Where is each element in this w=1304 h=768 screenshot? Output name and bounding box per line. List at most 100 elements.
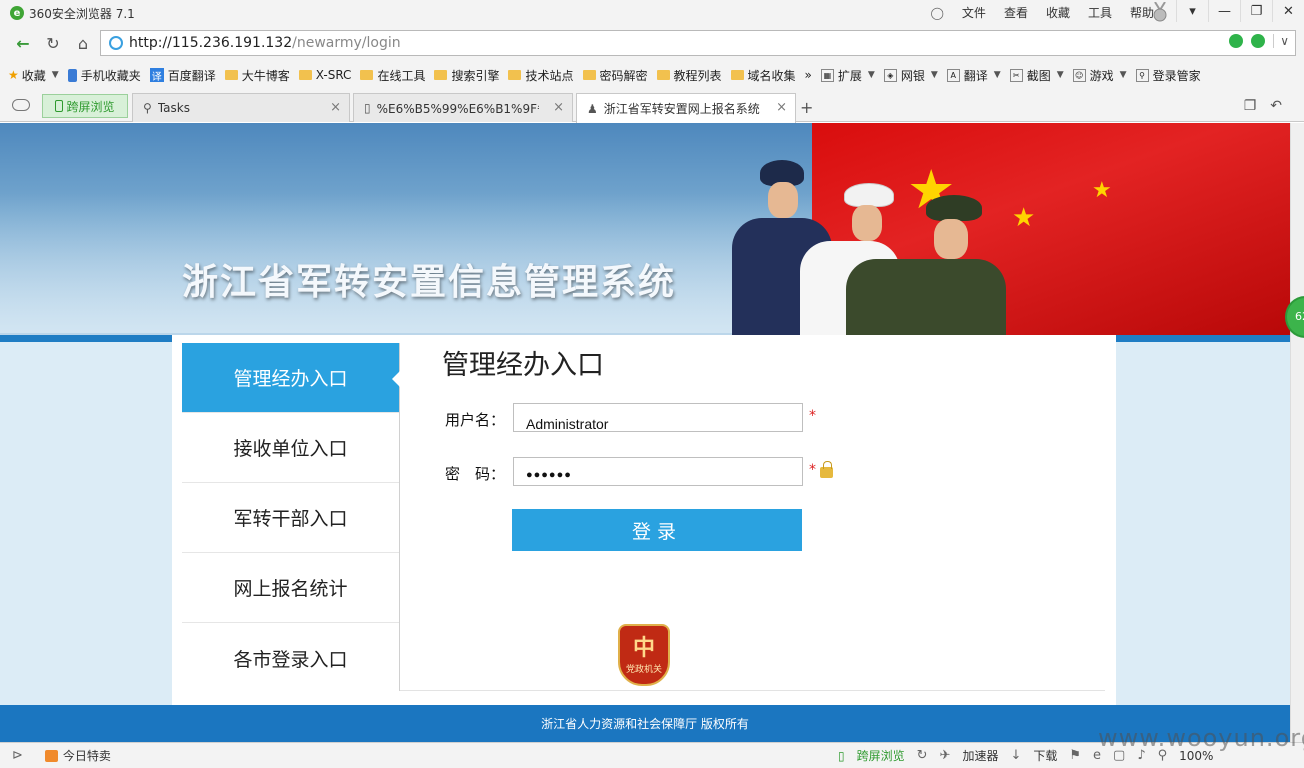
new-tab-icon[interactable]: + — [800, 98, 813, 117]
sidebar-toggle-icon[interactable]: ⊳ — [12, 748, 23, 763]
phone-icon — [67, 68, 77, 82]
home-button[interactable]: ⌂ — [68, 28, 98, 58]
tab-labor[interactable]: ▯ %E6%B5%99%E6%B1%9F省劳动 × — [353, 93, 573, 122]
tab-label: 浙江省军转安置网上报名系统 — [603, 102, 760, 116]
login-panel: 管理经办入口 接收单位入口 军转干部入口 网上报名统计 各市登录入口 管理经办入… — [172, 335, 1116, 705]
sidebar-item-cadre[interactable]: 军转干部入口 — [182, 483, 399, 553]
skin-icon[interactable]: ▾ — [1176, 0, 1208, 22]
bookmark-translate[interactable]: A 翻译 ▼ — [946, 67, 1001, 84]
medal-icon[interactable] — [1152, 2, 1168, 22]
extension-icon: ▦ — [820, 68, 834, 82]
bookmark-folder-decrypt[interactable]: 密码解密 — [582, 67, 648, 84]
split-screen-tab[interactable]: 跨屏浏览 — [42, 94, 128, 118]
bookmark-label: 百度翻译 — [167, 68, 216, 83]
chevron-down-icon[interactable]: ∨ — [1273, 34, 1289, 48]
password-input[interactable]: ●●●●●● — [513, 457, 803, 486]
party-government-emblem-icon[interactable]: 中 党政机关 — [618, 624, 670, 686]
status-left: ⊳ — [12, 748, 23, 763]
bookmark-folder-search[interactable]: 搜索引擎 — [434, 67, 499, 84]
close-window-button[interactable]: ✕ — [1272, 0, 1304, 22]
minimize-button[interactable]: — — [1208, 0, 1240, 22]
emblem-text: 党政机关 — [625, 664, 662, 675]
caret-down-icon[interactable]: ▼ — [1057, 70, 1064, 80]
back-button[interactable]: ← — [8, 28, 38, 58]
speed-mode-icon[interactable] — [1251, 34, 1266, 48]
sidebar-item-city-login[interactable]: 各市登录入口 — [182, 623, 399, 693]
bookmark-folder-tools[interactable]: 在线工具 — [360, 67, 425, 84]
bookmark-folder-tech[interactable]: 技术站点 — [508, 67, 574, 84]
maximize-button[interactable]: ❐ — [1240, 0, 1272, 22]
watermark: www.wooyun.org — [1098, 724, 1304, 752]
bookmark-baidu-translate[interactable]: 译百度翻译 — [149, 67, 216, 84]
more-bookmarks-icon[interactable]: » — [805, 68, 812, 82]
bookmark-screenshot[interactable]: ✂ 截图 ▼ — [1009, 67, 1064, 84]
menu-tools[interactable]: 工具 — [1088, 4, 1112, 21]
sidebar-item-receiving-unit[interactable]: 接收单位入口 — [182, 413, 399, 483]
bookmark-label: 登录管家 — [1152, 68, 1201, 83]
refresh-status-icon[interactable]: ↻ — [917, 748, 928, 763]
caret-down-icon[interactable]: ▼ — [994, 70, 1001, 80]
split-screen-label: 跨屏浏览 — [66, 99, 115, 114]
url-host: http://115.236.191.132 — [129, 35, 293, 51]
username-input[interactable]: Administrator — [513, 403, 803, 432]
tab-tasks[interactable]: ⚲ Tasks × — [132, 93, 350, 122]
vertical-scrollbar[interactable] — [1290, 123, 1304, 742]
security-leaf-icon[interactable] — [1229, 34, 1244, 48]
flag-icon[interactable]: ⚑ — [1069, 748, 1081, 763]
lock-icon — [820, 461, 833, 478]
game-icon: ☺ — [1072, 68, 1086, 82]
today-deals-link[interactable]: 今日特卖 — [63, 747, 111, 764]
accelerator-button[interactable]: 加速器 — [962, 747, 998, 764]
menu-favorites[interactable]: 收藏 — [1046, 4, 1070, 21]
title-bar: e 360安全浏览器 7.1 ◯ 文件 查看 收藏 工具 帮助 ▾ — ❐ ✕ — [0, 0, 1304, 26]
bookmark-games[interactable]: ☺ 游戏 ▼ — [1072, 67, 1127, 84]
login-manager-icon: ⚲ — [1135, 68, 1149, 82]
close-tab-icon[interactable]: × — [776, 100, 787, 115]
tab-list-icon[interactable]: ❐ — [1244, 98, 1257, 114]
menu-view[interactable]: 查看 — [1004, 4, 1028, 21]
caret-down-icon[interactable]: ▼ — [1120, 70, 1127, 80]
form-title: 管理经办入口 — [442, 350, 604, 381]
bookmark-login-manager[interactable]: ⚲ 登录管家 — [1135, 67, 1201, 84]
folder-icon — [582, 70, 596, 80]
login-button[interactable]: 登录 — [512, 509, 802, 551]
close-tab-icon[interactable]: × — [330, 100, 341, 115]
downloads-button[interactable]: 下载 — [1033, 747, 1057, 764]
bookmark-extensions[interactable]: ▦ 扩展 ▼ — [820, 67, 875, 84]
caret-down-icon[interactable]: ▼ — [52, 70, 59, 80]
menu-help[interactable]: 帮助 — [1130, 4, 1154, 21]
bookmark-mobile[interactable]: 手机收藏夹 — [67, 67, 141, 84]
split-screen-status[interactable]: 跨屏浏览 — [857, 747, 905, 764]
user-icon: ♟ — [587, 101, 598, 116]
sidebar-item-statistics[interactable]: 网上报名统计 — [182, 553, 399, 623]
bookmark-label: 游戏 — [1089, 68, 1114, 83]
url-path: /newarmy/login — [292, 35, 401, 51]
sidebar-item-admin[interactable]: 管理经办入口 — [182, 343, 400, 413]
bookmark-folder-domains[interactable]: 域名收集 — [730, 67, 796, 84]
folder-icon — [508, 70, 522, 80]
user-account-icon[interactable]: ◯ — [930, 6, 943, 20]
password-label: 密 码： — [445, 465, 506, 483]
address-bar[interactable]: http://115.236.191.132/newarmy/login ∨ — [100, 30, 1296, 56]
caret-down-icon[interactable]: ▼ — [868, 70, 875, 80]
cloud-sync-icon[interactable] — [12, 99, 30, 111]
bookmark-folder-tutorials[interactable]: 教程列表 — [656, 67, 722, 84]
tab-army-registration[interactable]: ♟ 浙江省军转安置网上报名系统 × — [576, 93, 796, 123]
tab-strip: 跨屏浏览 ⚲ Tasks × ▯ %E6%B5%99%E6%B1%9F省劳动 ×… — [0, 90, 1304, 123]
refresh-button[interactable]: ↻ — [38, 28, 68, 58]
web-page: ★ ★ ★ 浙江省军转安置信息管理系统 管理经办入口 接收单位入口 军转干部入口… — [0, 123, 1290, 742]
phone-icon: ▯ — [838, 748, 845, 763]
url-text[interactable]: http://115.236.191.132/newarmy/login — [129, 35, 401, 51]
bookmark-folder-blog[interactable]: 大牛博客 — [224, 67, 290, 84]
undo-close-icon[interactable]: ↶ — [1270, 98, 1282, 114]
face — [934, 219, 968, 259]
menu-file[interactable]: 文件 — [962, 4, 986, 21]
phone-icon — [55, 100, 64, 112]
bookmark-favorites[interactable]: ★ 收藏 ▼ — [8, 67, 59, 84]
bookmark-bank[interactable]: ◈ 网银 ▼ — [883, 67, 938, 84]
close-tab-icon[interactable]: × — [553, 100, 564, 115]
entry-sidebar: 管理经办入口 接收单位入口 军转干部入口 网上报名统计 各市登录入口 — [182, 343, 400, 691]
bookmark-label: 大牛博客 — [241, 68, 290, 83]
bookmark-folder-xsrc[interactable]: X-SRC — [298, 68, 351, 82]
caret-down-icon[interactable]: ▼ — [931, 70, 938, 80]
